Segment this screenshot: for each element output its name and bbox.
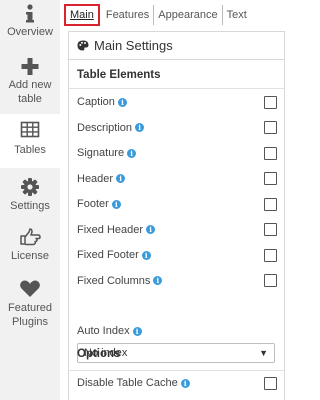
settings-tabs: Main Features Appearance Text xyxy=(64,3,251,27)
tab-text[interactable]: Text xyxy=(221,5,251,25)
info-icon[interactable]: i xyxy=(132,326,142,336)
info-icon[interactable]: i xyxy=(135,123,145,132)
sidebar-item-add-new-table[interactable]: Add new table xyxy=(0,50,60,112)
info-icon xyxy=(26,4,34,23)
sidebar-item-featured-plugins[interactable]: Featured Plugins xyxy=(0,274,60,340)
row-label-group: Footer i xyxy=(77,198,121,210)
row-label: Disable Table Cache xyxy=(77,377,178,389)
table-element-row: Fixed Header i xyxy=(77,222,277,238)
panel-header: Main Settings xyxy=(69,32,284,60)
info-icon[interactable]: i xyxy=(111,199,121,209)
row-checkbox[interactable] xyxy=(264,274,277,287)
tab-main[interactable]: Main xyxy=(64,4,100,26)
sidebar-item-label: Overview xyxy=(7,26,53,38)
table-element-row: Fixed Footer i xyxy=(77,247,277,263)
table-element-row: Header i xyxy=(77,171,277,187)
row-checkbox[interactable] xyxy=(264,121,277,134)
info-icon[interactable]: i xyxy=(153,276,163,285)
sidebar-item-license[interactable]: License xyxy=(0,222,60,270)
tab-features[interactable]: Features xyxy=(102,5,153,25)
sidebar: Overview Add new table Tables Settings L… xyxy=(0,0,60,400)
info-icon[interactable]: i xyxy=(180,378,190,388)
sidebar-item-label: table xyxy=(18,93,42,105)
auto-index-text: Auto Index xyxy=(77,325,130,337)
divider xyxy=(69,88,284,89)
row-label: Fixed Columns xyxy=(77,274,151,287)
table-element-row: Footer i xyxy=(77,196,277,212)
auto-index-label: Auto Index i xyxy=(77,325,142,337)
sidebar-item-settings[interactable]: Settings xyxy=(0,172,60,220)
row-label: Fixed Header xyxy=(77,223,144,236)
info-icon[interactable]: i xyxy=(146,225,156,234)
row-label: Description xyxy=(77,121,133,134)
info-icon[interactable]: i xyxy=(116,174,126,183)
sidebar-item-label: Plugins xyxy=(11,316,49,328)
row-label-group: Header i xyxy=(77,172,126,185)
plus-icon xyxy=(21,58,39,75)
disable-table-cache-row: Disable Table Cache i xyxy=(77,375,277,391)
info-icon[interactable]: i xyxy=(127,148,137,158)
disable-table-cache-checkbox[interactable] xyxy=(264,376,277,390)
row-label-group: Signature i xyxy=(77,147,137,159)
sidebar-item-label: Tables xyxy=(14,144,46,156)
gear-icon xyxy=(21,178,39,196)
section-title-options: Options xyxy=(77,348,121,360)
row-label: Header xyxy=(77,172,114,185)
row-checkbox[interactable] xyxy=(264,197,277,211)
sidebar-item-overview[interactable]: Overview xyxy=(0,0,60,48)
sidebar-item-label: Add new xyxy=(8,79,52,91)
sidebar-item-tables[interactable]: Tables xyxy=(0,114,60,168)
disable-table-cache-label: Disable Table Cache i xyxy=(77,377,190,389)
panel-title: Main Settings xyxy=(94,38,173,53)
row-label: Caption xyxy=(77,96,115,108)
hand-pointer-icon xyxy=(20,228,41,246)
row-label: Footer xyxy=(77,198,109,210)
section-title-table-elements: Table Elements xyxy=(77,69,161,81)
table-element-row: Caption i xyxy=(77,94,277,110)
table-element-row: Description i xyxy=(77,120,277,136)
info-icon[interactable]: i xyxy=(141,250,151,260)
row-label-group: Fixed Header i xyxy=(77,223,156,236)
tab-appearance[interactable]: Appearance xyxy=(153,5,221,25)
main-settings-panel: Main Settings Table Elements Caption i Des… xyxy=(68,31,285,400)
divider xyxy=(69,370,284,371)
table-icon xyxy=(20,121,40,138)
sidebar-item-label: Settings xyxy=(10,200,50,212)
table-element-row: Signature i xyxy=(77,145,277,161)
row-checkbox[interactable] xyxy=(264,172,277,185)
dropdown-arrow-icon: ▼ xyxy=(259,348,268,358)
heart-icon xyxy=(20,280,40,297)
table-element-row: Fixed Columns i xyxy=(77,273,277,289)
info-icon[interactable]: i xyxy=(117,97,127,107)
row-checkbox[interactable] xyxy=(264,95,277,109)
sidebar-item-label: Featured xyxy=(7,302,53,314)
row-checkbox[interactable] xyxy=(264,223,277,236)
row-checkbox[interactable] xyxy=(264,248,277,262)
row-label: Fixed Footer xyxy=(77,249,139,261)
palette-icon xyxy=(77,40,89,51)
row-checkbox[interactable] xyxy=(264,146,277,160)
row-label-group: Fixed Footer i xyxy=(77,249,151,261)
row-label: Signature xyxy=(77,147,125,159)
row-label-group: Description i xyxy=(77,121,145,134)
sidebar-item-label: License xyxy=(11,250,49,262)
row-label-group: Fixed Columns i xyxy=(77,274,163,287)
row-label-group: Caption i xyxy=(77,96,127,108)
